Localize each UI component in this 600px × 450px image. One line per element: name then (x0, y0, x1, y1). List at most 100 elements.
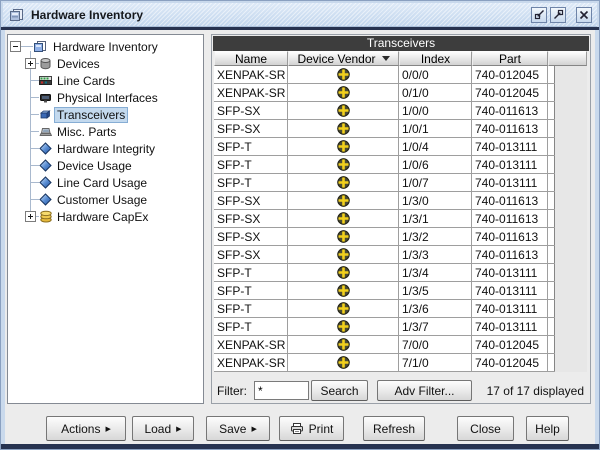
tree-item-hardware-integrity[interactable]: Hardware Integrity (8, 140, 203, 157)
search-button[interactable]: Search (311, 380, 368, 401)
load-button[interactable]: Load ▶ (132, 416, 194, 441)
print-button[interactable]: Print (279, 416, 344, 441)
cell-device-vendor (288, 336, 399, 353)
cell-part: 740-012045 (472, 354, 548, 371)
cell-index: 1/3/7 (399, 318, 472, 335)
table-row[interactable]: SFP-SX 1/0/1 740-011613 (214, 120, 555, 138)
diamond-icon (39, 193, 52, 206)
cell-index: 1/3/4 (399, 264, 472, 281)
close-button[interactable]: Close (457, 416, 514, 441)
tree-item-hardware-inventory[interactable]: Hardware Inventory (8, 38, 203, 55)
close-window-button[interactable] (576, 6, 592, 23)
cell-part: 740-013111 (472, 282, 548, 299)
table-row[interactable]: SFP-T 1/3/5 740-013111 (214, 282, 555, 300)
cell-part: 740-013111 (472, 264, 548, 281)
cell-name: SFP-T (214, 318, 288, 335)
table-row[interactable]: SFP-T 1/0/4 740-013111 (214, 138, 555, 156)
cell-part: 740-011613 (472, 192, 548, 209)
cell-device-vendor (288, 300, 399, 317)
table-row[interactable]: SFP-T 1/3/7 740-013111 (214, 318, 555, 336)
tree-item-label: Physical Interfaces (57, 91, 158, 105)
cell-device-vendor (288, 264, 399, 281)
table-row[interactable]: SFP-SX 1/0/0 740-011613 (214, 102, 555, 120)
column-header-part[interactable]: Part (472, 51, 548, 66)
close-icon (579, 10, 589, 20)
filter-bar: Filter: Search Adv Filter... 17 of 17 di… (214, 379, 588, 403)
table-row[interactable]: SFP-SX 1/3/0 740-011613 (214, 192, 555, 210)
restore-down-icon (534, 9, 545, 20)
help-button[interactable]: Help (526, 416, 569, 441)
refresh-button[interactable]: Refresh (363, 416, 425, 441)
window-bottom-edge (1, 444, 599, 449)
table-row[interactable]: SFP-SX 1/3/3 740-011613 (214, 246, 555, 264)
cell-index: 0/0/0 (399, 66, 472, 83)
tree-item-transceivers[interactable]: Transceivers (8, 106, 203, 123)
table-row[interactable]: XENPAK-SR 7/0/0 740-012045 (214, 336, 555, 354)
tree-item-line-cards[interactable]: Line Cards (8, 72, 203, 89)
expand-plus-icon[interactable] (25, 58, 36, 69)
devices-icon (39, 57, 52, 70)
cell-name: SFP-T (214, 138, 288, 155)
cell-device-vendor (288, 282, 399, 299)
cell-name: SFP-T (214, 264, 288, 281)
cell-part: 740-012045 (472, 336, 548, 353)
table-row[interactable]: SFP-T 1/3/4 740-013111 (214, 264, 555, 282)
table-row[interactable]: SFP-SX 1/3/2 740-011613 (214, 228, 555, 246)
cell-spacer (548, 336, 555, 353)
table-row[interactable]: SFP-T 1/3/6 740-013111 (214, 300, 555, 318)
tree-item-label: Transceivers (54, 107, 129, 123)
table-header-row: Name Device Vendor Index Part (214, 51, 587, 66)
cell-index: 1/3/2 (399, 228, 472, 245)
table-row[interactable]: SFP-T 1/0/6 740-013111 (214, 156, 555, 174)
tree-item-label: Devices (57, 57, 100, 71)
button-label: Refresh (372, 421, 416, 436)
cell-index: 0/1/0 (399, 84, 472, 101)
column-header-label: Device Vendor (297, 51, 376, 66)
juniper-logo-icon (336, 284, 350, 297)
cell-index: 7/1/0 (399, 354, 472, 371)
column-header-device-vendor[interactable]: Device Vendor (288, 51, 399, 66)
tree-item-misc-parts[interactable]: Misc. Parts (8, 123, 203, 140)
expand-plus-icon[interactable] (25, 211, 36, 222)
column-header-index[interactable]: Index (399, 51, 472, 66)
juniper-logo-icon (336, 356, 350, 369)
tree-item-hardware-capex[interactable]: Hardware CapEx (8, 208, 203, 225)
tree-item-customer-usage[interactable]: Customer Usage (8, 191, 203, 208)
tree-connector-line (31, 131, 39, 132)
actions-button[interactable]: Actions ▶ (46, 416, 126, 441)
tree-item-device-usage[interactable]: Device Usage (8, 157, 203, 174)
tree-item-label: Customer Usage (57, 193, 148, 207)
tree-item-line-card-usage[interactable]: Line Card Usage (8, 174, 203, 191)
tree-connector-line (31, 114, 39, 115)
tree-item-label: Line Card Usage (57, 176, 148, 190)
table-row[interactable]: SFP-SX 1/3/1 740-011613 (214, 210, 555, 228)
cell-part: 740-013111 (472, 174, 548, 191)
tree-item-physical-interfaces[interactable]: Physical Interfaces (8, 89, 203, 106)
juniper-logo-icon (336, 158, 350, 171)
table-row[interactable]: XENPAK-SR 7/1/0 740-012045 (214, 354, 555, 372)
printer-icon (290, 422, 304, 435)
cell-name: XENPAK-SR (214, 354, 288, 371)
cell-device-vendor (288, 120, 399, 137)
filter-input[interactable] (254, 381, 309, 400)
table-row[interactable]: SFP-T 1/0/7 740-013111 (214, 174, 555, 192)
window-titlebar[interactable]: Hardware Inventory (3, 3, 597, 27)
tree-item-label: Misc. Parts (57, 125, 117, 139)
table-row[interactable]: XENPAK-SR 0/0/0 740-012045 (214, 66, 555, 84)
column-header-name[interactable]: Name (214, 51, 288, 66)
restore-down-button[interactable] (531, 6, 547, 23)
column-header-filler (548, 51, 587, 66)
tree-item-devices[interactable]: Devices (8, 55, 203, 72)
cell-name: SFP-SX (214, 192, 288, 209)
cell-device-vendor (288, 174, 399, 191)
cell-name: SFP-T (214, 300, 288, 317)
collapse-minus-icon[interactable] (10, 41, 21, 52)
cell-device-vendor (288, 138, 399, 155)
adv-filter-button[interactable]: Adv Filter... (377, 380, 472, 401)
save-button[interactable]: Save ▶ (206, 416, 270, 441)
bottom-button-bar: Actions ▶ Load ▶ Save ▶ Print Refresh Close Help (5, 416, 595, 442)
table-row[interactable]: XENPAK-SR 0/1/0 740-012045 (214, 84, 555, 102)
maximize-button[interactable] (550, 6, 566, 23)
cell-index: 1/0/0 (399, 102, 472, 119)
cell-spacer (548, 156, 555, 173)
